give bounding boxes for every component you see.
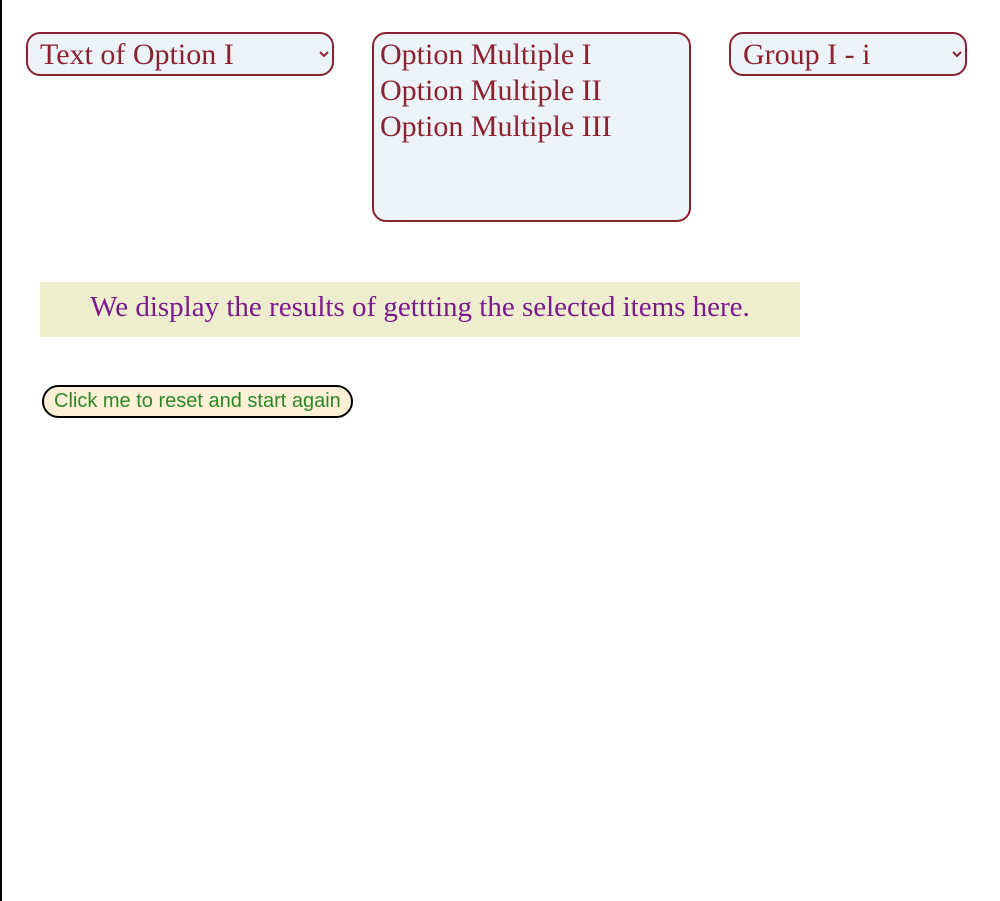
main-container: Text of Option I Option Multiple I Optio…: [2, 0, 1000, 450]
select-multiple-option-3[interactable]: Option Multiple III: [380, 110, 683, 146]
selects-row: Text of Option I Option Multiple I Optio…: [26, 32, 976, 222]
select-multiple-option-2[interactable]: Option Multiple II: [380, 74, 683, 110]
select-option-group[interactable]: Group I - i: [729, 32, 967, 76]
select-option-single[interactable]: Text of Option I: [26, 32, 334, 76]
results-banner: We display the results of gettting the s…: [40, 282, 800, 337]
select-multiple-option-1[interactable]: Option Multiple I: [380, 38, 683, 74]
reset-button[interactable]: Click me to reset and start again: [42, 385, 353, 418]
select-option-multiple[interactable]: Option Multiple I Option Multiple II Opt…: [372, 32, 691, 222]
